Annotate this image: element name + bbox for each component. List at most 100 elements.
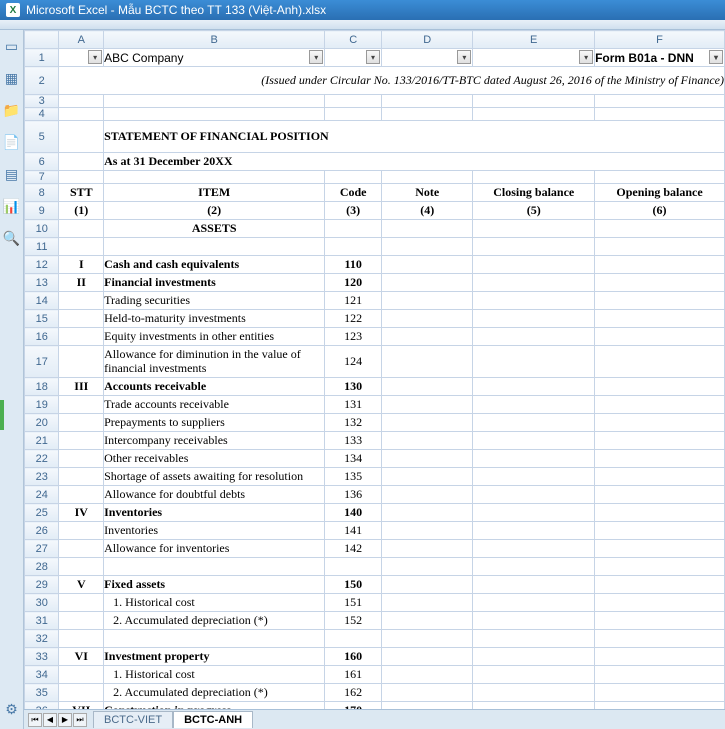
tab-nav-last[interactable]: ⏭ — [73, 713, 87, 727]
cell-item-13[interactable]: Financial investments — [104, 274, 325, 292]
row-27[interactable]: 27Allowance for inventories142 — [25, 540, 725, 558]
filter-btn-D[interactable]: ▾ — [457, 50, 471, 64]
cell-stt-24[interactable] — [59, 486, 104, 504]
row-6[interactable]: 6 As at 31 December 20XX — [25, 153, 725, 171]
gear-icon[interactable]: ⚙ — [4, 701, 20, 717]
cell-closing-34[interactable] — [473, 666, 595, 684]
cell-item-30[interactable]: 1. Historical cost — [104, 594, 325, 612]
row-header-35[interactable]: 35 — [25, 684, 59, 702]
row-header-2[interactable]: 2 — [25, 67, 59, 95]
cell-stt-13[interactable]: II — [59, 274, 104, 292]
row-header-32[interactable]: 32 — [25, 630, 59, 648]
cell-opening-23[interactable] — [595, 468, 725, 486]
row-30[interactable]: 30 1. Historical cost151 — [25, 594, 725, 612]
cell-opening-18[interactable] — [595, 378, 725, 396]
row-header-31[interactable]: 31 — [25, 612, 59, 630]
cell-opening-27[interactable] — [595, 540, 725, 558]
cell-note-13[interactable] — [382, 274, 473, 292]
cell-item-34[interactable]: 1. Historical cost — [104, 666, 325, 684]
cell-item-28[interactable] — [104, 558, 325, 576]
cell-closing-36[interactable] — [473, 702, 595, 710]
row-header-24[interactable]: 24 — [25, 486, 59, 504]
cell-note-24[interactable] — [382, 486, 473, 504]
row-header-23[interactable]: 23 — [25, 468, 59, 486]
cell-item-32[interactable] — [104, 630, 325, 648]
cell-note-25[interactable] — [382, 504, 473, 522]
cell-note-35[interactable] — [382, 684, 473, 702]
cell-code-32[interactable] — [325, 630, 382, 648]
as-at-date[interactable]: As at 31 December 20XX — [104, 153, 725, 171]
cell-note-21[interactable] — [382, 432, 473, 450]
row-16[interactable]: 16Equity investments in other entities12… — [25, 328, 725, 346]
cell-note-17[interactable] — [382, 346, 473, 378]
cell-note-23[interactable] — [382, 468, 473, 486]
cell-closing-14[interactable] — [473, 292, 595, 310]
row-4[interactable]: 4 — [25, 108, 725, 121]
cell-code-22[interactable]: 134 — [325, 450, 382, 468]
cell-code-19[interactable]: 131 — [325, 396, 382, 414]
row-header-14[interactable]: 14 — [25, 292, 59, 310]
cell-note-15[interactable] — [382, 310, 473, 328]
tab-nav-prev[interactable]: ◀ — [43, 713, 57, 727]
cell-closing-15[interactable] — [473, 310, 595, 328]
row-23[interactable]: 23 Shortage of assets awaiting for resolu… — [25, 468, 725, 486]
row-12[interactable]: 12ICash and cash equivalents110 — [25, 256, 725, 274]
sheet-icon[interactable]: 📄 — [4, 134, 20, 150]
col-header-B[interactable]: B — [104, 31, 325, 49]
cell-stt-25[interactable]: IV — [59, 504, 104, 522]
cell-item-35[interactable]: 2. Accumulated depreciation (*) — [104, 684, 325, 702]
cell-A1[interactable]: ▾ — [59, 49, 104, 67]
select-all-corner[interactable] — [25, 31, 59, 49]
row-header-17[interactable]: 17 — [25, 346, 59, 378]
cell-opening-31[interactable] — [595, 612, 725, 630]
cell-opening-30[interactable] — [595, 594, 725, 612]
cell-closing-31[interactable] — [473, 612, 595, 630]
cell-note-34[interactable] — [382, 666, 473, 684]
cell-opening-26[interactable] — [595, 522, 725, 540]
numhead-5[interactable]: (5) — [473, 202, 595, 220]
calendar-icon[interactable]: ▦ — [4, 70, 20, 86]
filter-btn-F[interactable]: ▾ — [709, 50, 723, 64]
cell-note-14[interactable] — [382, 292, 473, 310]
statement-title[interactable]: STATEMENT OF FINANCIAL POSITION — [104, 121, 725, 153]
row-24[interactable]: 24Allowance for doubtful debts136 — [25, 486, 725, 504]
hdr-item[interactable]: ITEM — [104, 184, 325, 202]
cell-stt-14[interactable] — [59, 292, 104, 310]
cell-stt-34[interactable] — [59, 666, 104, 684]
cell-code-36[interactable]: 170 — [325, 702, 382, 710]
cell-closing-17[interactable] — [473, 346, 595, 378]
cell-code-29[interactable]: 150 — [325, 576, 382, 594]
row-19[interactable]: 19Trade accounts receivable131 — [25, 396, 725, 414]
cell-note-32[interactable] — [382, 630, 473, 648]
tab-bctc-viet[interactable]: BCTC-VIET — [93, 711, 173, 728]
filter-btn-E[interactable]: ▾ — [579, 50, 593, 64]
row-11[interactable]: 11 — [25, 238, 725, 256]
filter-btn-C[interactable]: ▾ — [366, 50, 380, 64]
ribbon-collapsed[interactable] — [0, 20, 725, 30]
row-32[interactable]: 32 — [25, 630, 725, 648]
row-9[interactable]: 9 (1) (2) (3) (4) (5) (6) — [25, 202, 725, 220]
cell-opening-33[interactable] — [595, 648, 725, 666]
cell-stt-19[interactable] — [59, 396, 104, 414]
row-2[interactable]: 2 (Issued under Circular No. 133/2016/TT… — [25, 67, 725, 95]
row-header-4[interactable]: 4 — [25, 108, 59, 121]
tab-bctc-anh[interactable]: BCTC-ANH — [173, 711, 253, 728]
cell-code-33[interactable]: 160 — [325, 648, 382, 666]
row-header-30[interactable]: 30 — [25, 594, 59, 612]
cell-item-23[interactable]: Shortage of assets awaiting for resoluti… — [104, 468, 325, 486]
row-8[interactable]: 8 STT ITEM Code Note Closing balance Ope… — [25, 184, 725, 202]
cell-code-34[interactable]: 161 — [325, 666, 382, 684]
cell-note-12[interactable] — [382, 256, 473, 274]
filter-btn-A[interactable]: ▾ — [88, 50, 102, 64]
cell-item-21[interactable]: Intercompany receivables — [104, 432, 325, 450]
cell-note-26[interactable] — [382, 522, 473, 540]
row-31[interactable]: 31 2. Accumulated depreciation (*)152 — [25, 612, 725, 630]
cell-opening-29[interactable] — [595, 576, 725, 594]
cell-item-22[interactable]: Other receivables — [104, 450, 325, 468]
cell-opening-25[interactable] — [595, 504, 725, 522]
cell-code-28[interactable] — [325, 558, 382, 576]
cell-stt-16[interactable] — [59, 328, 104, 346]
cell-opening-19[interactable] — [595, 396, 725, 414]
cell-closing-21[interactable] — [473, 432, 595, 450]
row-header-18[interactable]: 18 — [25, 378, 59, 396]
